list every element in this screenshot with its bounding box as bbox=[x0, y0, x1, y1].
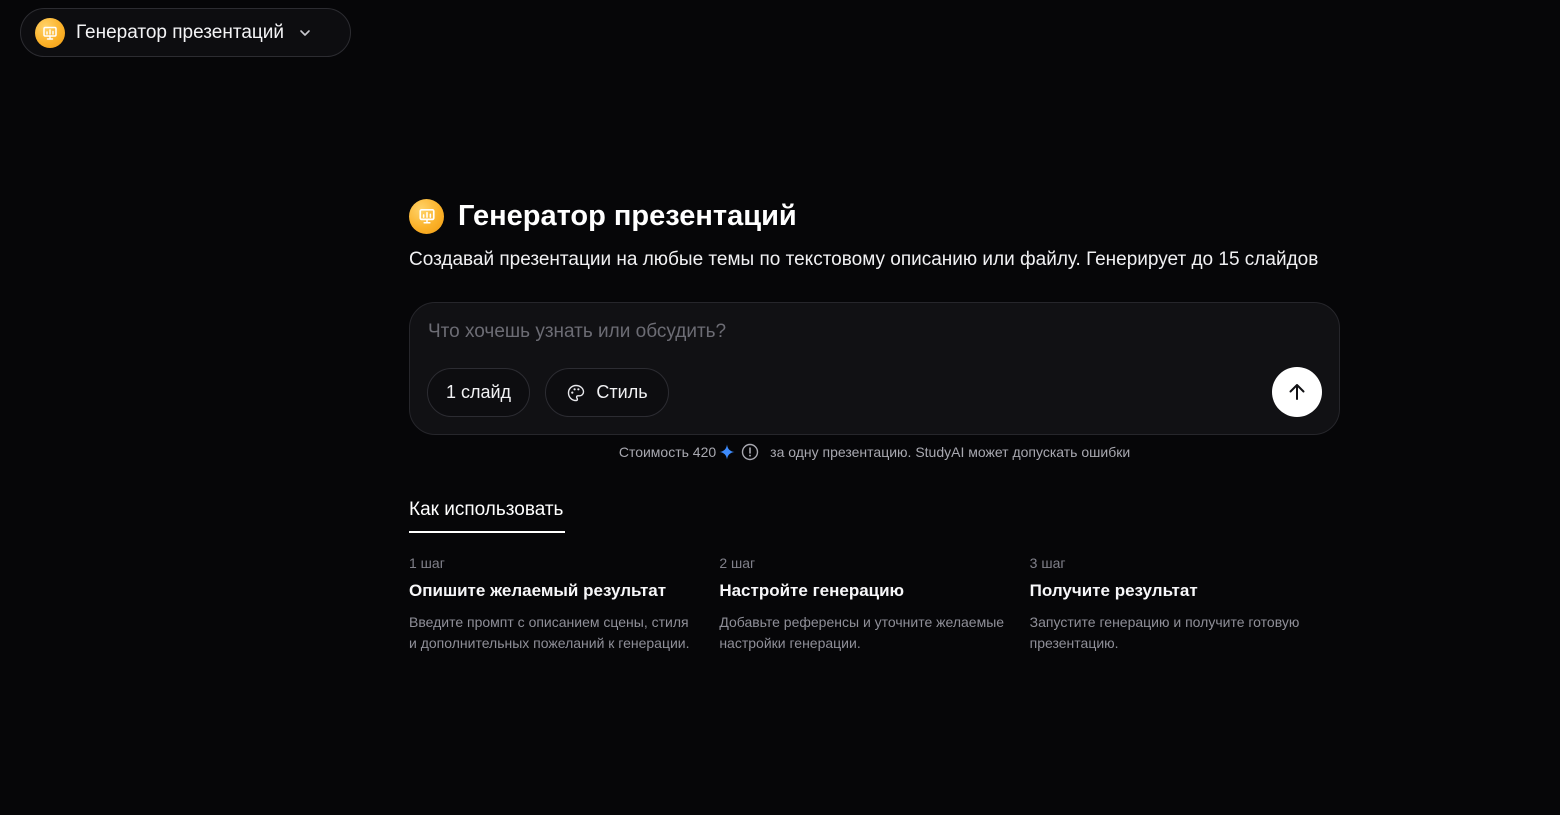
page-subtitle: Создавай презентации на любые темы по те… bbox=[409, 249, 1319, 270]
style-button[interactable]: Стиль bbox=[545, 368, 669, 417]
prompt-composer: 1 слайд Стиль bbox=[409, 302, 1340, 435]
presentation-icon bbox=[409, 198, 444, 234]
step-3: 3 шаг Получите результат Запустите генер… bbox=[1030, 555, 1340, 654]
main-panel: Генератор презентаций Создавай презентац… bbox=[409, 198, 1340, 654]
cost-note: Стоимость 420 за одну презентацию. Study… bbox=[409, 443, 1340, 461]
tool-switcher-dropdown[interactable]: Генератор презентаций bbox=[20, 8, 351, 57]
chevron-down-icon bbox=[298, 26, 312, 40]
step-description: Введите промпт с описанием сцены, стиля … bbox=[409, 614, 690, 651]
step-1: 1 шаг Опишите желаемый результат Введите… bbox=[409, 555, 719, 654]
step-title: Получите результат bbox=[1029, 581, 1198, 600]
slides-count-label: 1 слайд bbox=[445, 382, 512, 402]
prompt-input[interactable] bbox=[428, 321, 1248, 343]
send-button[interactable] bbox=[1272, 367, 1322, 417]
tool-switcher-label: Генератор презентаций bbox=[76, 21, 284, 43]
tab-how-to-use[interactable]: Как использовать bbox=[409, 499, 566, 533]
step-number: 2 шаг bbox=[719, 555, 756, 571]
slides-count-button[interactable]: 1 слайд bbox=[427, 368, 530, 417]
info-icon[interactable] bbox=[741, 443, 759, 461]
cost-prefix: Стоимость 420 bbox=[618, 444, 717, 460]
presentation-icon bbox=[35, 17, 65, 48]
step-description: Добавьте референсы и уточните желаемые н… bbox=[719, 614, 1005, 651]
step-2: 2 шаг Настройте генерацию Добавьте рефер… bbox=[719, 555, 1029, 654]
cost-suffix: за одну презентацию. StudyAI может допус… bbox=[770, 444, 1131, 460]
arrow-up-icon bbox=[1286, 381, 1308, 403]
step-number: 3 шаг bbox=[1029, 555, 1066, 571]
style-label: Стиль bbox=[596, 382, 648, 402]
steps-list: 1 шаг Опишите желаемый результат Введите… bbox=[409, 555, 1340, 654]
step-number: 1 шаг bbox=[409, 555, 445, 571]
step-title: Опишите желаемый результат bbox=[409, 581, 667, 600]
step-description: Запустите генерацию и получите готовую п… bbox=[1029, 614, 1300, 651]
page-title-row: Генератор презентаций bbox=[409, 198, 1340, 234]
page-title: Генератор презентаций bbox=[458, 199, 797, 232]
palette-icon bbox=[566, 383, 586, 403]
step-title: Настройте генерацию bbox=[719, 581, 905, 600]
sparkle-icon bbox=[719, 444, 735, 460]
